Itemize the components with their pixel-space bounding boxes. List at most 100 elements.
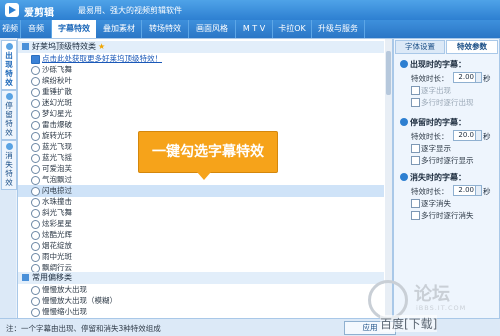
- effect-label: 慢慢缩小出现: [42, 307, 87, 316]
- watermark-title: 论坛: [414, 284, 450, 305]
- menu-tab-audio[interactable]: 音频: [21, 20, 52, 38]
- appear-dot-icon: [400, 60, 408, 68]
- main-menu-bar: 视频 音频 字幕特效 叠加素材 转场特效 画面风格 M T V 卡拉OK 升级与…: [0, 20, 500, 38]
- effect-radio[interactable]: [31, 286, 40, 295]
- effect-radio[interactable]: [31, 165, 40, 174]
- disappear-duration-stepper[interactable]: [475, 185, 482, 196]
- appear-char-by-char-checkbox[interactable]: [411, 86, 420, 95]
- menu-tab-overlay[interactable]: 叠加素材: [97, 20, 142, 38]
- tooltip-callout: 一键勾选字幕特效: [138, 131, 278, 180]
- watermark: 论坛 iBBS.IT.COM 百度[下载]: [362, 280, 498, 332]
- appear-char-by-char-label: 逐字出现: [421, 86, 451, 95]
- star-icon: ★: [98, 42, 106, 51]
- effect-radio[interactable]: [31, 88, 40, 97]
- download-icon[interactable]: [31, 55, 40, 64]
- status-note: 注：一个字幕由出现、停留和消失3种特效组成: [6, 324, 161, 333]
- effect-radio[interactable]: [31, 308, 40, 317]
- appear-group-title: 出现时的字幕：: [400, 59, 466, 70]
- disappear-unit: 秒: [483, 187, 491, 196]
- app-slogan: 最易用、强大的视频剪辑软件: [78, 6, 182, 15]
- appear-duration-stepper[interactable]: [475, 72, 482, 83]
- disappear-icon: [5, 143, 13, 150]
- app-name: 爱剪辑: [24, 8, 54, 19]
- tooltip-tail: [197, 172, 211, 180]
- tab-stay-effects[interactable]: 停留特效: [1, 90, 17, 140]
- stay-dot-icon: [400, 118, 408, 126]
- menu-tab-subtitle-effects[interactable]: 字幕特效: [52, 20, 96, 38]
- section-title: 常用偏移类: [32, 273, 72, 282]
- effect-radio[interactable]: [31, 297, 40, 306]
- disappear-char-by-char-label: 逐字消失: [421, 199, 451, 208]
- effect-radio[interactable]: [31, 176, 40, 185]
- disappear-line-by-line-checkbox[interactable]: [411, 211, 420, 220]
- tab-disappear-label: 消失特效: [5, 151, 13, 187]
- stay-char-by-char-checkbox[interactable]: [411, 144, 420, 153]
- appear-duration-label: 特效时长：: [411, 74, 449, 83]
- tooltip-text: 一键勾选字幕特效: [152, 144, 264, 160]
- appear-duration-input[interactable]: 2.00: [453, 72, 476, 83]
- stay-duration-input[interactable]: 20.0: [453, 130, 476, 141]
- appear-line-by-line-checkbox[interactable]: [411, 98, 420, 107]
- effect-radio[interactable]: [31, 143, 40, 152]
- effect-radio[interactable]: [31, 220, 40, 229]
- disappear-line-by-line-label: 多行时逐行消失: [421, 211, 474, 220]
- effect-radio[interactable]: [31, 198, 40, 207]
- effect-list-item[interactable]: 慢慢缩小出现: [18, 306, 384, 318]
- effect-radio[interactable]: [31, 154, 40, 163]
- effect-radio[interactable]: [31, 110, 40, 119]
- menu-tab-video[interactable]: 视频: [0, 20, 21, 38]
- disappear-char-by-char-checkbox[interactable]: [411, 199, 420, 208]
- menu-tab-mtv[interactable]: M T V: [236, 20, 273, 38]
- appear-icon: [5, 43, 13, 50]
- list-scrollbar[interactable]: [385, 39, 392, 319]
- menu-tab-transition[interactable]: 转场特效: [142, 20, 189, 38]
- scrollbar-thumb[interactable]: [386, 51, 391, 95]
- tab-font-settings[interactable]: 字体设置: [395, 40, 445, 54]
- effect-radio[interactable]: [31, 77, 40, 86]
- appear-unit: 秒: [483, 74, 491, 83]
- section-header-common[interactable]: 常用偏移类: [18, 272, 384, 284]
- menu-tab-upgrade-service[interactable]: 升级与服务: [312, 20, 365, 38]
- effect-stage-tabs: 出现特效 停留特效 消失特效: [0, 38, 17, 318]
- disappear-duration-input[interactable]: 2.00: [453, 185, 476, 196]
- collapse-icon[interactable]: [22, 43, 29, 50]
- stay-line-by-line-label: 多行时逐行显示: [421, 156, 474, 165]
- effect-radio[interactable]: [31, 132, 40, 141]
- stay-group-title: 停留时的字幕：: [400, 117, 466, 128]
- stay-unit: 秒: [483, 132, 491, 141]
- disappear-dot-icon: [400, 173, 408, 181]
- tab-disappear-effects[interactable]: 消失特效: [1, 140, 17, 190]
- collapse-icon[interactable]: [22, 274, 29, 281]
- effect-radio[interactable]: [31, 231, 40, 240]
- stay-duration-label: 特效时长：: [411, 132, 449, 141]
- menu-tab-picture-style[interactable]: 画面风格: [189, 20, 236, 38]
- title-bar: 爱剪辑 最易用、强大的视频剪辑软件: [0, 0, 500, 20]
- stay-line-by-line-checkbox[interactable]: [411, 156, 420, 165]
- stay-icon: [5, 93, 13, 100]
- watermark-site: iBBS.IT.COM: [416, 304, 467, 312]
- menu-tab-karaoke[interactable]: 卡拉OK: [273, 20, 312, 38]
- watermark-logo-icon: [368, 280, 408, 320]
- effect-radio[interactable]: [31, 99, 40, 108]
- effect-radio[interactable]: [31, 121, 40, 130]
- watermark-bottom-text: 百度[下载]: [380, 315, 438, 332]
- effect-radio[interactable]: [31, 242, 40, 251]
- tab-stay-label: 停留特效: [5, 101, 13, 137]
- disappear-settings-group: 消失时的字幕： 特效时长： 2.00 秒 逐字消失 多行时逐行消失: [397, 172, 496, 242]
- stay-duration-stepper[interactable]: [475, 130, 482, 141]
- effect-radio[interactable]: [31, 253, 40, 262]
- app-logo-icon: [5, 3, 19, 17]
- effect-params-panel: 字体设置 特效参数 出现时的字幕： 特效时长： 2.00 秒 逐字出现 多行时逐…: [393, 38, 500, 320]
- appear-line-by-line-label: 多行时逐行出现: [421, 98, 474, 107]
- stay-char-by-char-label: 逐字显示: [421, 144, 451, 153]
- disappear-group-title: 消失时的字幕：: [400, 172, 466, 183]
- tab-effect-params[interactable]: 特效参数: [446, 40, 498, 54]
- section-title: 好莱坞顶级特效类: [32, 42, 96, 51]
- disappear-duration-label: 特效时长：: [411, 187, 449, 196]
- section-header-hollywood[interactable]: 好莱坞顶级特效类 ★: [18, 41, 384, 53]
- effect-radio[interactable]: [31, 187, 40, 196]
- effect-radio[interactable]: [31, 209, 40, 218]
- effect-radio[interactable]: [31, 66, 40, 75]
- tab-appear-effects[interactable]: 出现特效: [1, 40, 17, 90]
- tab-appear-label: 出现特效: [5, 51, 13, 87]
